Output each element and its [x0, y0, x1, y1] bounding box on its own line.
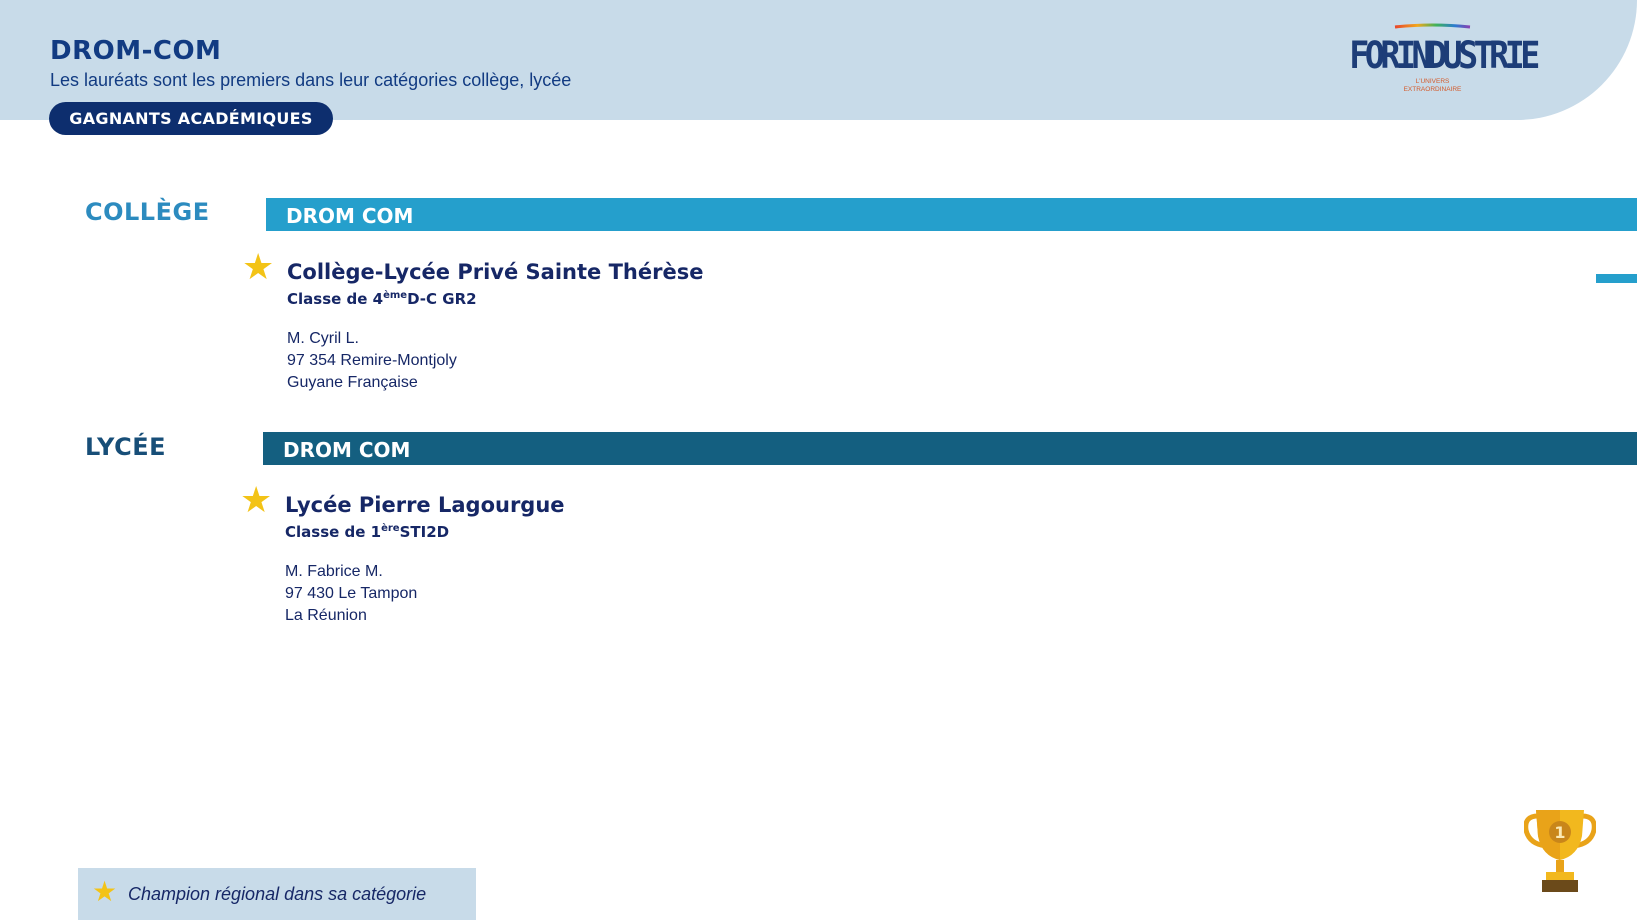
class-line: Classe de 4èmeD-C GR2	[287, 290, 703, 308]
region-name: Guyane Française	[287, 374, 418, 391]
class-suffix: STI2D	[399, 523, 450, 541]
trophy-icon: 1	[1524, 810, 1596, 892]
legend-text: Champion régional dans sa catégorie	[128, 884, 427, 904]
school-name: Collège-Lycée Privé Sainte Thérèse	[287, 260, 704, 284]
region-name: La Réunion	[285, 607, 367, 624]
side-marker	[1596, 274, 1637, 283]
forindustrie-logo: FORINDUSTRIE L'UNIVERS EXTRAORDINAIRE	[1340, 20, 1540, 96]
logo-wordmark: FORINDUSTRIE	[1349, 34, 1540, 77]
contact-name: M. Fabrice M.	[285, 563, 383, 580]
postal-address: 97 354 Remire-Montjoly	[287, 352, 457, 369]
star-icon: ★	[242, 247, 275, 288]
winner-lycee: Lycée Pierre Lagourgue Classe de 1èreSTI…	[285, 493, 565, 627]
category-pill: GAGNANTS ACADÉMIQUES	[49, 102, 333, 135]
class-line: Classe de 1èreSTI2D	[285, 523, 565, 541]
region-band-lycee: DROM COM	[263, 432, 1637, 465]
category-label-lycee: LYCÉE	[85, 433, 166, 461]
school-name: Lycée Pierre Lagourgue	[285, 493, 565, 517]
winner-college: Collège-Lycée Privé Sainte Thérèse Class…	[287, 260, 703, 394]
region-band-college: DROM COM	[266, 198, 1637, 231]
star-icon: ★	[240, 480, 273, 521]
class-prefix: Classe de 1	[285, 523, 382, 541]
class-ordinal: ème	[383, 290, 408, 301]
class-prefix: Classe de 4	[287, 290, 384, 308]
trophy-rank: 1	[1554, 823, 1565, 842]
contact-name: M. Cyril L.	[287, 330, 359, 347]
logo-tagline: L'UNIVERS EXTRAORDINAIRE	[1403, 78, 1462, 93]
class-ordinal: ère	[381, 523, 400, 534]
winner-address: M. Fabrice M. 97 430 Le Tampon La Réunio…	[285, 561, 565, 627]
winner-address: M. Cyril L. 97 354 Remire-Montjoly Guyan…	[287, 328, 703, 394]
legend-box: ★ Champion régional dans sa catégorie	[78, 868, 476, 920]
page-title: DROM-COM	[50, 36, 222, 66]
star-icon: ★	[92, 875, 118, 908]
class-suffix: D-C GR2	[407, 290, 477, 308]
page-subtitle: Les lauréats sont les premiers dans leur…	[50, 70, 572, 90]
category-label-college: COLLÈGE	[85, 198, 210, 226]
postal-address: 97 430 Le Tampon	[285, 585, 418, 602]
